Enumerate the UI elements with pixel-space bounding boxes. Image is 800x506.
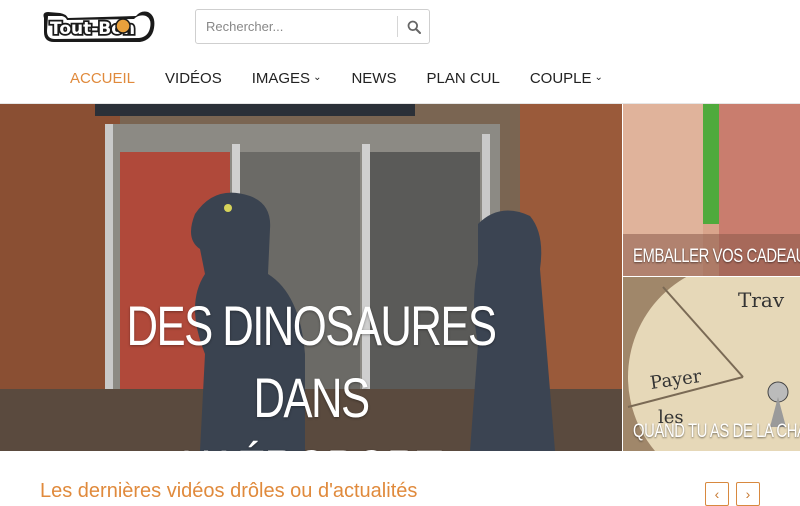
featured-side-article[interactable]: EMBALLER VOS CADEAUX I: [623, 104, 800, 276]
featured-side-caption: QUAND TU AS DE LA CHAN: [633, 421, 800, 442]
featured-side-caption: EMBALLER VOS CADEAUX I: [633, 246, 800, 267]
featured-title-line: L’AÉROPORT: [68, 434, 553, 451]
nav-item-label: ACCUEIL: [70, 69, 136, 87]
nav-item-plan-cul[interactable]: PLAN CUL: [411, 70, 514, 87]
carousel-prev-button[interactable]: ‹: [705, 482, 729, 506]
site-header: Tout-Bon ACCUEIL VIDÉOS IMAGES⌄ NEWS PLA…: [0, 0, 800, 104]
search-icon: [407, 20, 421, 34]
featured-side-article[interactable]: Trav Payer les QUAND TU AS DE LA CHAN: [623, 277, 800, 451]
chevron-down-icon: ⌄: [594, 71, 603, 83]
featured-main-title: DES DINOSAURES DANS L’AÉROPORT: [68, 290, 553, 451]
featured-main-article[interactable]: DES DINOSAURES DANS L’AÉROPORT: [0, 104, 622, 451]
nav-item-couple[interactable]: COUPLE ⌄: [515, 70, 618, 87]
svg-text:Trav: Trav: [738, 288, 785, 312]
nav-item-label: IMAGES: [251, 69, 311, 87]
nav-item-images[interactable]: IMAGES ⌄: [237, 70, 337, 87]
nav-item-label: NEWS: [351, 69, 397, 87]
carousel-controls: ‹ ›: [705, 482, 760, 506]
search-box: [195, 9, 430, 44]
search-input[interactable]: [196, 10, 397, 43]
nav-item-news[interactable]: NEWS: [336, 70, 411, 87]
nav-item-accueil[interactable]: ACCUEIL: [55, 70, 150, 87]
featured-title-line: DES DINOSAURES DANS: [126, 294, 498, 429]
site-logo[interactable]: Tout-Bon: [40, 6, 158, 46]
search-button[interactable]: [397, 16, 429, 37]
nav-item-label: COUPLE: [529, 69, 592, 87]
carousel-next-button[interactable]: ›: [736, 482, 760, 506]
nav-item-label: VIDÉOS: [165, 69, 222, 87]
chevron-down-icon: ⌄: [313, 71, 322, 83]
nav-item-label: PLAN CUL: [426, 69, 500, 87]
main-nav: ACCUEIL VIDÉOS IMAGES ⌄ NEWS PLAN CUL COU…: [55, 63, 618, 93]
nav-item-videos[interactable]: VIDÉOS: [150, 70, 237, 87]
